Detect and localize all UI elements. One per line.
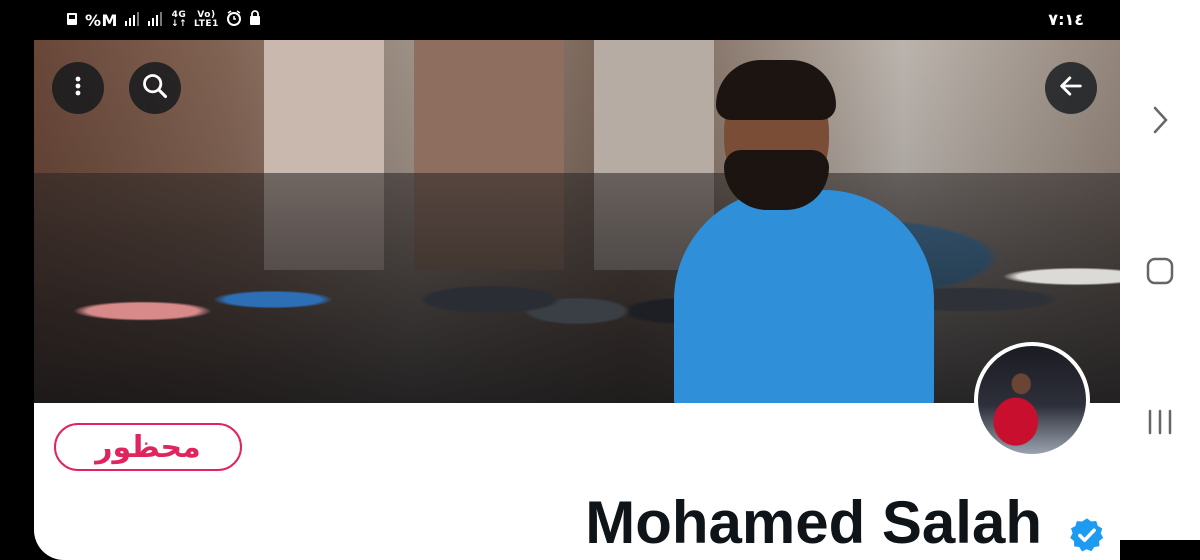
recents-nav-button[interactable]	[1140, 404, 1180, 444]
signal-icon-2	[147, 11, 164, 30]
avatar-image	[978, 346, 1086, 454]
back-button[interactable]	[1045, 62, 1097, 114]
banner-crowd	[34, 173, 1120, 403]
arrow-left-icon	[1057, 72, 1085, 104]
search-button[interactable]	[129, 62, 181, 114]
profile-avatar[interactable]	[974, 342, 1090, 458]
status-bar: %M 4G ↓↑ Vo) LTE1 ٧:١٤	[0, 0, 1120, 40]
blocked-button[interactable]: محظور	[54, 423, 242, 471]
search-icon	[141, 72, 169, 104]
recents-icon	[1145, 407, 1175, 441]
alarm-icon	[226, 10, 242, 30]
home-nav-button[interactable]	[1140, 253, 1180, 293]
profile-screen: محظور Mohamed Salah	[34, 40, 1120, 560]
status-time: ٧:١٤	[1048, 10, 1084, 29]
status-indicators: %M 4G ↓↑ Vo) LTE1	[66, 10, 261, 30]
chevron-right-icon	[1149, 104, 1171, 140]
battery-percent: %M	[85, 10, 118, 30]
forward-nav-button[interactable]	[1140, 102, 1180, 142]
verified-badge-icon	[1068, 516, 1106, 554]
network-4g-icon: 4G ↓↑	[170, 10, 188, 29]
more-vertical-icon	[66, 74, 90, 102]
system-navigation-bar	[1120, 0, 1200, 540]
signal-icon-1	[124, 11, 141, 30]
profile-display-name: Mohamed Salah	[585, 489, 1042, 556]
profile-banner-image[interactable]	[34, 40, 1120, 403]
more-options-button[interactable]	[52, 62, 104, 114]
image-notification-icon	[66, 11, 78, 30]
banner-runner-hair	[716, 60, 836, 120]
lock-icon	[249, 10, 261, 30]
banner-runner-jacket	[674, 190, 934, 403]
volte-icon: Vo) LTE1	[194, 10, 219, 29]
home-square-icon	[1145, 256, 1175, 290]
